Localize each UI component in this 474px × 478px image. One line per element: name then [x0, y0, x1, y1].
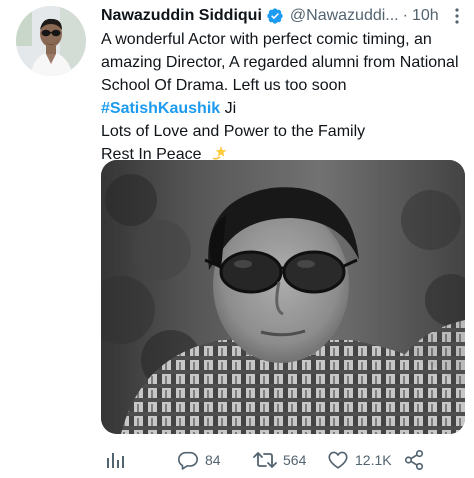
hashtag-link[interactable]: #SatishKaushik — [101, 100, 220, 117]
heart-icon — [327, 449, 349, 471]
reply-bubble-icon — [177, 449, 199, 471]
tweet-actions: 84 564 12.1K — [101, 446, 466, 474]
reply-count: 84 — [205, 452, 221, 468]
timestamp[interactable]: 10h — [412, 4, 439, 28]
share-button[interactable] — [403, 446, 425, 474]
tweet-body: Nawazuddin Siddiqui @Nawazuddi... · 10h … — [101, 4, 466, 169]
text-line: amazing Director, A regarded alumni from… — [101, 54, 459, 71]
text-line: #SatishKaushik Ji — [101, 97, 466, 120]
retweet-icon — [253, 449, 277, 471]
like-count: 12.1K — [355, 452, 392, 468]
separator-dot: · — [402, 7, 408, 24]
more-dots-icon[interactable] — [448, 7, 466, 25]
analytics-button[interactable] — [105, 446, 125, 474]
like-button[interactable]: 12.1K — [327, 446, 392, 474]
bar-chart-icon — [105, 450, 125, 470]
text-line: A wonderful Actor with perfect comic tim… — [101, 31, 432, 48]
tweet-photo[interactable] — [101, 160, 465, 434]
avatar[interactable] — [16, 6, 86, 76]
share-icon — [403, 449, 425, 471]
author-handle[interactable]: @Nawazuddi... — [290, 4, 399, 28]
verified-badge-icon — [266, 7, 284, 25]
text-line: School Of Drama. Left us too soon — [101, 77, 347, 94]
text-line: Lots of Love and Power to the Family — [101, 123, 366, 140]
tweet: Nawazuddin Siddiqui @Nawazuddi... · 10h … — [0, 0, 474, 478]
author-name[interactable]: Nawazuddin Siddiqui — [101, 4, 262, 28]
tweet-header: Nawazuddin Siddiqui @Nawazuddi... · 10h — [101, 4, 466, 28]
reply-button[interactable]: 84 — [177, 446, 221, 474]
tweet-text: A wonderful Actor with perfect comic tim… — [101, 28, 466, 169]
retweet-button[interactable]: 564 — [253, 446, 306, 474]
text-fragment: Ji — [220, 100, 237, 117]
retweet-count: 564 — [283, 452, 307, 468]
